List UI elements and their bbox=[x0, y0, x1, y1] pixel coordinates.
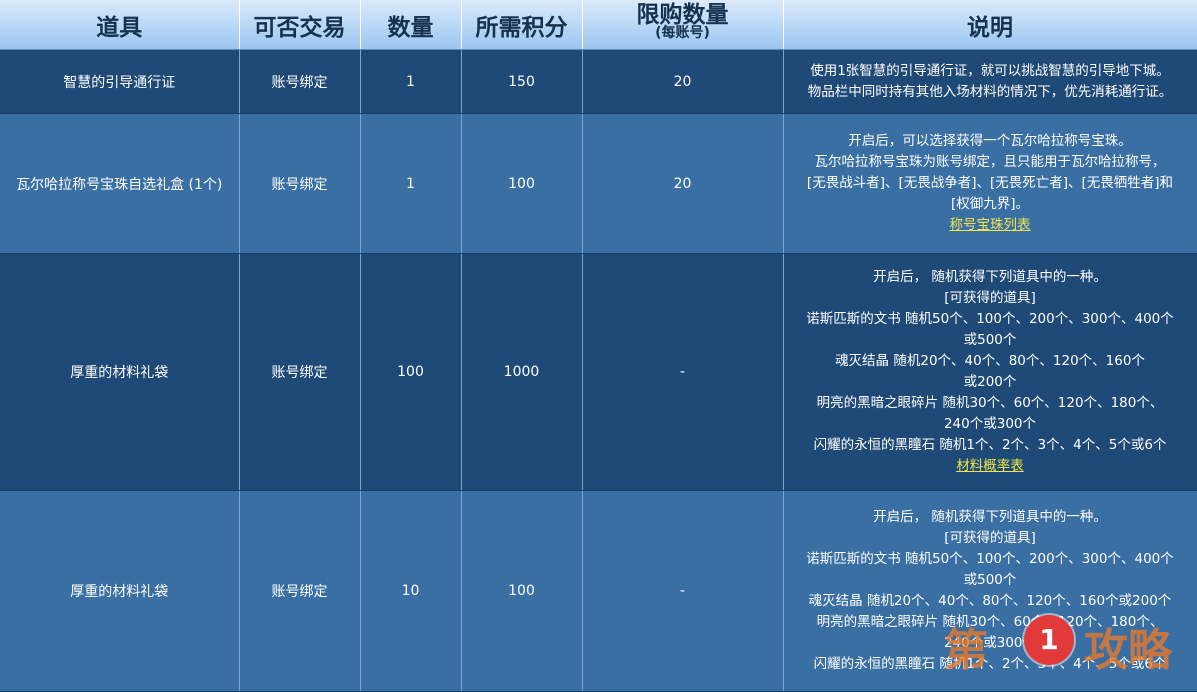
description-line: 240个或300个 bbox=[943, 416, 1037, 432]
description-line: 瓦尔哈拉称号宝珠为账号绑定，且只能用于瓦尔哈拉称号， bbox=[814, 154, 1166, 170]
description-line: [可获得的道具] bbox=[944, 530, 1036, 546]
description-line: 240个或300个 bbox=[943, 635, 1037, 651]
cell-description: 开启后， 随机获得下列道具中的一种。 [可获得的道具] 诺斯匹斯的文书 随机50… bbox=[783, 253, 1197, 491]
table-row: 智慧的引导通行证 账号绑定 1 150 20 使用1张智慧的引导通行证，就可以挑… bbox=[0, 49, 1197, 114]
cell-quantity: 10 bbox=[360, 490, 462, 692]
cell-item: 瓦尔哈拉称号宝珠自选礼盒 (1个) bbox=[0, 113, 240, 254]
cell-points: 100 bbox=[461, 490, 583, 692]
description-line: 闪耀的永恒的黑瞳石 随机1个、2个、3个、4个、5个或6个 bbox=[813, 656, 1167, 672]
cell-quantity: 1 bbox=[360, 49, 462, 114]
header-quantity: 数量 bbox=[360, 0, 462, 50]
cell-tradable: 账号绑定 bbox=[239, 49, 361, 114]
description-line: 明亮的黑暗之眼碎片 随机30个、60个、120个、180个、 bbox=[816, 395, 1164, 411]
shop-table: 道具 可否交易 数量 所需积分 限购数量 (每账号) 说明 智慧的引导通行证 账… bbox=[0, 0, 1197, 692]
description-line: 开启后， 随机获得下列道具中的一种。 bbox=[873, 269, 1107, 285]
cell-points: 100 bbox=[461, 113, 583, 254]
description-line: [无畏战斗者]、[无畏战争者]、[无畏死亡者]、[无畏牺牲者]和 bbox=[806, 175, 1174, 191]
cell-item: 厚重的材料礼袋 bbox=[0, 253, 240, 491]
description-line: [权御九界]。 bbox=[950, 196, 1030, 212]
description-line: 闪耀的永恒的黑瞳石 随机1个、2个、3个、4个、5个或6个 bbox=[813, 437, 1167, 453]
description-line: 物品栏中同时持有其他入场材料的情况下，优先消耗通行证。 bbox=[807, 83, 1173, 100]
header-points: 所需积分 bbox=[461, 0, 583, 50]
cell-quantity: 100 bbox=[360, 253, 462, 491]
title-orb-list-link[interactable]: 称号宝珠列表 bbox=[950, 215, 1031, 236]
table-row: 瓦尔哈拉称号宝珠自选礼盒 (1个) 账号绑定 1 100 20 开启后，可以选择… bbox=[0, 113, 1197, 254]
cell-points: 150 bbox=[461, 49, 583, 114]
cell-tradable: 账号绑定 bbox=[239, 490, 361, 692]
table-row: 厚重的材料礼袋 账号绑定 100 1000 - 开启后， 随机获得下列道具中的一… bbox=[0, 253, 1197, 491]
cell-limit: - bbox=[582, 490, 784, 692]
cell-limit: 20 bbox=[582, 113, 784, 254]
description-line: 诺斯匹斯的文书 随机50个、100个、200个、300个、400个 bbox=[806, 551, 1174, 567]
cell-description: 使用1张智慧的引导通行证，就可以挑战智慧的引导地下城。 物品栏中同时持有其他入场… bbox=[783, 49, 1197, 114]
description-line: 开启后，可以选择获得一个瓦尔哈拉称号宝珠。 bbox=[848, 133, 1132, 149]
description-line: 使用1张智慧的引导通行证，就可以挑战智慧的引导地下城。 bbox=[810, 62, 1170, 79]
cell-tradable: 账号绑定 bbox=[239, 113, 361, 254]
cell-item: 智慧的引导通行证 bbox=[0, 49, 240, 114]
description-line: 诺斯匹斯的文书 随机50个、100个、200个、300个、400个 bbox=[806, 311, 1174, 327]
description-line: 或500个 bbox=[963, 572, 1017, 588]
cell-description: 开启后， 随机获得下列道具中的一种。 [可获得的道具] 诺斯匹斯的文书 随机50… bbox=[783, 490, 1197, 692]
header-item: 道具 bbox=[0, 0, 240, 50]
description-line: 明亮的黑暗之眼碎片 随机30个、60个、120个、180个、 bbox=[816, 614, 1164, 630]
header-limit-sub: (每账号) bbox=[655, 25, 710, 41]
header-description: 说明 bbox=[783, 0, 1197, 50]
description-line: 或500个 bbox=[963, 332, 1017, 348]
header-row: 道具 可否交易 数量 所需积分 限购数量 (每账号) 说明 bbox=[0, 0, 1197, 50]
header-tradable: 可否交易 bbox=[239, 0, 361, 50]
cell-tradable: 账号绑定 bbox=[239, 253, 361, 491]
cell-quantity: 1 bbox=[360, 113, 462, 254]
description-line: 开启后， 随机获得下列道具中的一种。 bbox=[873, 509, 1107, 525]
material-probability-link[interactable]: 材料概率表 bbox=[956, 456, 1024, 477]
description-line: 魂灭结晶 随机20个、40个、80个、120个、160个 bbox=[835, 353, 1145, 369]
cell-points: 1000 bbox=[461, 253, 583, 491]
cell-limit: - bbox=[582, 253, 784, 491]
description-line: 魂灭结晶 随机20个、40个、80个、120个、160个或200个 bbox=[808, 593, 1172, 609]
cell-item: 厚重的材料礼袋 bbox=[0, 490, 240, 692]
description-line: [可获得的道具] bbox=[944, 290, 1036, 306]
table-row: 厚重的材料礼袋 账号绑定 10 100 - 开启后， 随机获得下列道具中的一种。… bbox=[0, 490, 1197, 692]
header-limit: 限购数量 (每账号) bbox=[582, 0, 784, 50]
cell-description: 开启后，可以选择获得一个瓦尔哈拉称号宝珠。 瓦尔哈拉称号宝珠为账号绑定，且只能用… bbox=[783, 113, 1197, 254]
cell-limit: 20 bbox=[582, 49, 784, 114]
description-line: 或200个 bbox=[963, 374, 1017, 390]
